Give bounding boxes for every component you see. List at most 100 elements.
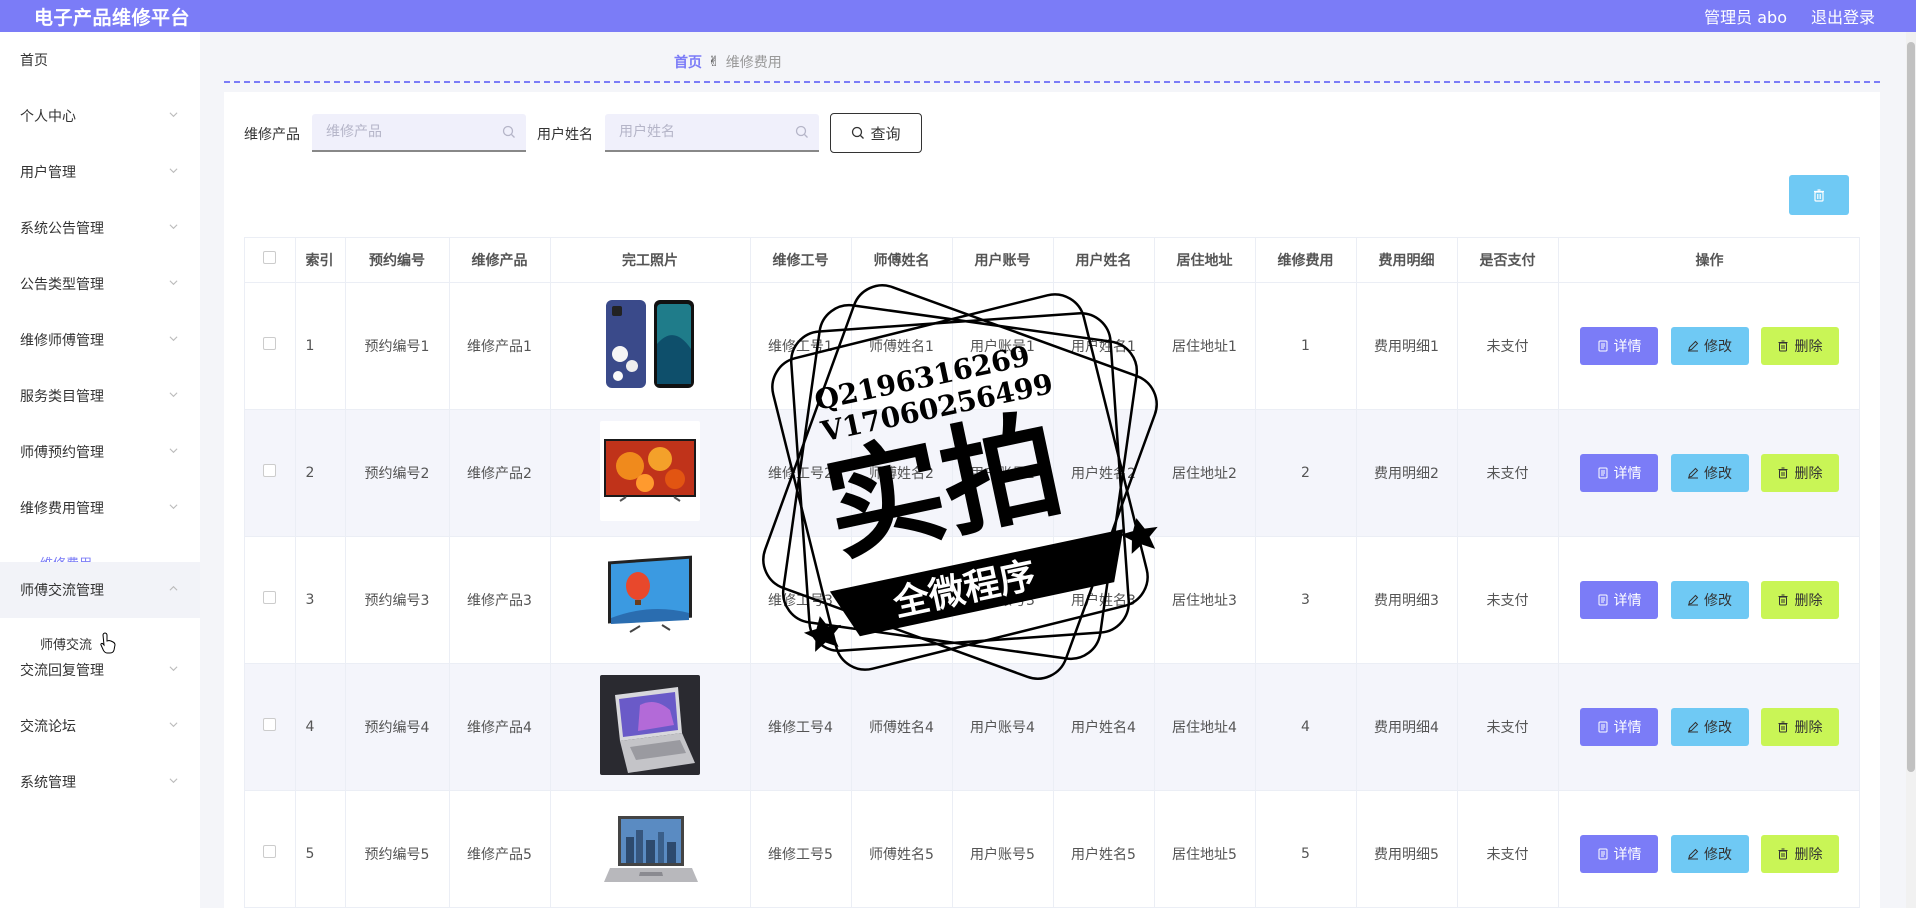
document-icon [1598, 340, 1608, 351]
cell-fee-detail: 费用明细5 [1356, 790, 1458, 907]
sidebar-item-profile[interactable]: 个人中心 [0, 88, 200, 144]
delete-button[interactable]: 删除 [1760, 453, 1839, 492]
sidebar-item-forum[interactable]: 交流论坛 [0, 698, 200, 754]
search-icon [852, 126, 865, 139]
trash-icon [1778, 848, 1788, 859]
edit-button-label: 修改 [1704, 592, 1732, 609]
sidebar-item-service-categories[interactable]: 服务类目管理 [0, 368, 200, 424]
chevron-down-icon [169, 778, 178, 784]
batch-delete-button[interactable] [1789, 175, 1849, 215]
sidebar-item-users[interactable]: 用户管理 [0, 144, 200, 200]
search-icon [502, 125, 515, 138]
document-icon [1598, 594, 1608, 605]
cell-booking-no: 预约编号4 [345, 663, 450, 791]
cell-user-name: 用户姓名3 [1053, 536, 1155, 664]
delete-button-label: 删除 [1794, 846, 1823, 863]
cell-photo [550, 409, 751, 537]
sidebar-item-workers[interactable]: 维修师傅管理 [0, 312, 200, 368]
row-checkbox[interactable] [263, 337, 277, 350]
detail-button[interactable]: 详情 [1580, 580, 1659, 619]
edit-button[interactable]: 修改 [1670, 326, 1749, 365]
table-row: 4 预约编号4 维修产品4 维修工号4 师傅姓名4 用户账号4 用户姓名4 居住… [245, 663, 1859, 791]
scrollbar-thumb[interactable] [1907, 42, 1915, 772]
table-row: 1 预约编号1 维修产品1 维修工号1 师傅姓名1 用户账号1 用户姓名1 居住… [245, 282, 1859, 410]
cell-account: 用户账号1 [952, 282, 1054, 410]
breadcrumb-home[interactable]: 首页 [674, 52, 702, 72]
detail-button[interactable]: 详情 [1580, 834, 1659, 873]
edit-button[interactable]: 修改 [1670, 580, 1749, 619]
column-header-worker-no: 维修工号 [750, 238, 852, 283]
delete-button[interactable]: 删除 [1760, 834, 1839, 873]
cell-address: 居住地址5 [1154, 790, 1256, 907]
edit-button[interactable]: 修改 [1670, 453, 1749, 492]
sidebar-item-system[interactable]: 系统管理 [0, 754, 200, 810]
cell-product: 维修产品2 [449, 409, 551, 537]
chevron-down-icon [169, 392, 178, 398]
cell-index: 4 [295, 663, 346, 791]
chevron-down-icon [169, 336, 178, 342]
sidebar-item-notices[interactable]: 系统公告管理 [0, 200, 200, 256]
query-button[interactable]: 查询 [830, 113, 922, 153]
delete-button[interactable]: 删除 [1760, 707, 1839, 746]
detail-button-label: 详情 [1613, 846, 1642, 863]
cell-worker-name: 师傅姓名5 [851, 790, 953, 907]
cell-product: 维修产品1 [449, 282, 551, 410]
sidebar-item-label: 首页 [20, 53, 48, 69]
detail-button[interactable]: 详情 [1580, 326, 1659, 365]
chevron-down-icon [169, 280, 178, 286]
row-checkbox[interactable] [263, 845, 277, 858]
detail-button-label: 详情 [1613, 719, 1642, 736]
cell-fee: 5 [1255, 790, 1357, 907]
cell-paid: 未支付 [1457, 282, 1559, 410]
delete-button[interactable]: 删除 [1760, 580, 1839, 619]
delete-button-label: 删除 [1794, 719, 1823, 736]
breadcrumb-separator-icon: ✌ [708, 54, 720, 70]
product-photo-tv-balloon[interactable] [600, 547, 700, 648]
cell-photo [550, 790, 751, 907]
detail-button[interactable]: 详情 [1580, 707, 1659, 746]
delete-button[interactable]: 删除 [1760, 326, 1839, 365]
sidebar-item-worker-chat[interactable]: 师傅交流管理 [0, 562, 200, 618]
chevron-down-icon [169, 666, 178, 672]
detail-button[interactable]: 详情 [1580, 453, 1659, 492]
sidebar-item-notice-types[interactable]: 公告类型管理 [0, 256, 200, 312]
sidebar-item-label: 系统管理 [20, 775, 76, 791]
sidebar-item-fees[interactable]: 维修费用管理 [0, 480, 200, 536]
search-icon [795, 125, 808, 138]
row-select-cell [245, 536, 296, 664]
cell-booking-no: 预约编号3 [345, 536, 450, 664]
delete-button-label: 删除 [1794, 338, 1823, 355]
row-checkbox[interactable] [263, 464, 277, 477]
sidebar-item-home[interactable]: 首页 [0, 32, 200, 88]
logout-button[interactable]: 退出登录 [1811, 4, 1875, 28]
cell-account: 用户账号3 [952, 536, 1054, 664]
username-search-input[interactable] [605, 114, 819, 150]
delete-button-label: 删除 [1794, 592, 1823, 609]
cell-booking-no: 预约编号5 [345, 790, 450, 907]
edit-button[interactable]: 修改 [1670, 707, 1749, 746]
column-header-address: 居住地址 [1154, 238, 1256, 283]
product-photo-phone[interactable] [600, 293, 700, 394]
trash-icon [1778, 594, 1788, 605]
select-all-checkbox[interactable] [263, 251, 277, 265]
sidebar-item-label: 系统公告管理 [20, 221, 104, 237]
row-checkbox[interactable] [263, 718, 277, 731]
cell-worker-name: 师傅姓名1 [851, 282, 953, 410]
column-header-booking-no: 预约编号 [345, 238, 450, 283]
sidebar-item-label: 师傅预约管理 [20, 445, 104, 461]
cell-fee: 1 [1255, 282, 1357, 410]
breadcrumb-current: 维修费用 [725, 55, 782, 71]
product-photo-laptop-silver[interactable] [600, 674, 700, 775]
current-user: 管理员 abo [1704, 8, 1787, 27]
product-photo-laptop-city[interactable] [600, 801, 700, 902]
cell-fee-detail: 费用明细1 [1356, 282, 1458, 410]
product-photo-tv-flowers[interactable] [600, 420, 700, 521]
edit-button[interactable]: 修改 [1670, 834, 1749, 873]
chevron-down-icon [169, 448, 178, 454]
row-checkbox[interactable] [263, 591, 277, 604]
column-header-paid: 是否支付 [1457, 238, 1559, 283]
column-header-user-name: 用户姓名 [1053, 238, 1155, 283]
sidebar-item-bookings[interactable]: 师傅预约管理 [0, 424, 200, 480]
product-search-input[interactable] [312, 114, 526, 150]
page-scrollbar[interactable] [1906, 32, 1916, 908]
